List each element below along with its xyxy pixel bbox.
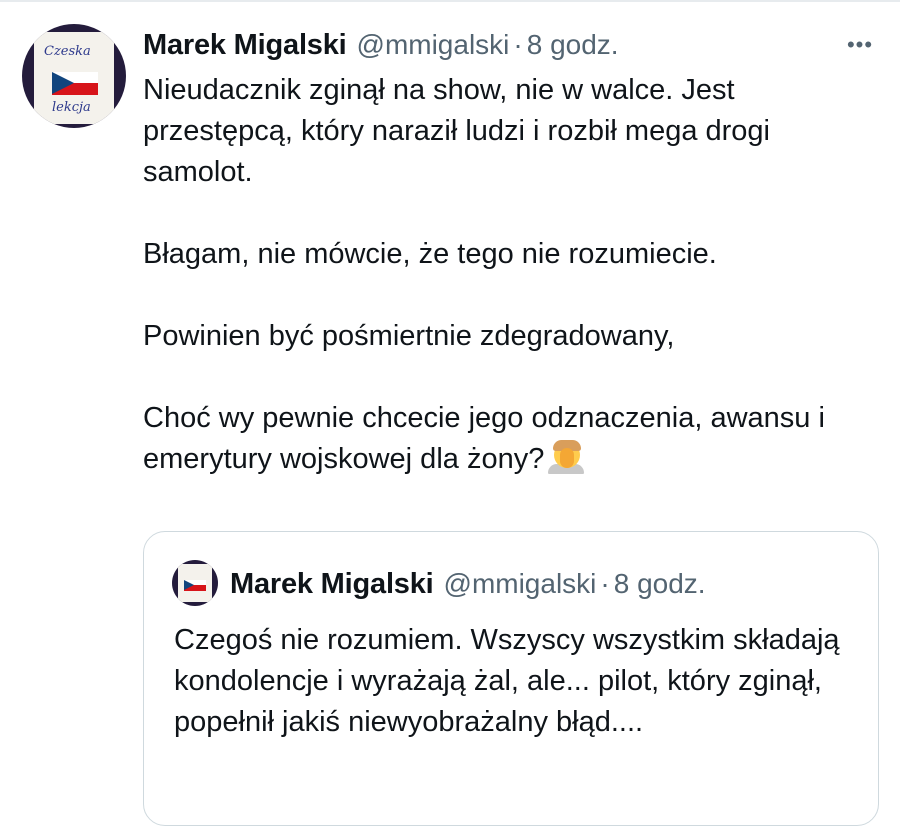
tweet-paragraph-text: Choć wy pewnie chcecie jego odznaczenia,… bbox=[143, 402, 825, 475]
more-dots-icon[interactable]: ••• bbox=[840, 30, 880, 60]
quoted-tweet-timestamp[interactable]: 8 godz. bbox=[614, 568, 706, 600]
author-avatar[interactable]: Czeska lekcja bbox=[22, 24, 126, 128]
more-dots-glyph: ••• bbox=[846, 32, 874, 57]
quoted-author-handle[interactable]: @mmigalski bbox=[444, 568, 597, 600]
quoted-avatar-flag-blue bbox=[184, 580, 194, 590]
quoted-tweet-text: Czegoś nie rozumiem. Wszyscy wszystkim s… bbox=[174, 624, 840, 738]
tweet-header: Marek Migalski @mmigalski · 8 godz. bbox=[143, 26, 619, 64]
quoted-tweet-card[interactable]: Marek Migalski @mmigalski · 8 godz. Czeg… bbox=[143, 531, 879, 826]
header-separator: · bbox=[513, 29, 523, 60]
author-name[interactable]: Marek Migalski bbox=[143, 29, 347, 62]
tweet-paragraph: Błagam, nie mówcie, że tego nie rozumiec… bbox=[143, 238, 717, 270]
tweet[interactable]: Czeska lekcja Marek Migalski @mmigalski … bbox=[0, 0, 900, 832]
tweet-paragraph: Nieudacznik zginął na show, nie w walce.… bbox=[143, 74, 770, 188]
quoted-author-avatar[interactable] bbox=[172, 560, 218, 606]
face-palm-emoji-icon bbox=[548, 440, 585, 474]
avatar-caption-top: Czeska bbox=[44, 44, 91, 59]
tweet-paragraph-last: Choć wy pewnie chcecie jego odznaczenia,… bbox=[143, 398, 883, 480]
quoted-header-separator: · bbox=[600, 568, 610, 599]
tweet-paragraph: Powinien być pośmiertnie zdegradowany, bbox=[143, 320, 675, 352]
tweet-text: Nieudacznik zginął na show, nie w walce.… bbox=[143, 70, 883, 480]
avatar-flag-blue bbox=[52, 72, 74, 94]
quoted-tweet-header: Marek Migalski @mmigalski · 8 godz. bbox=[230, 565, 706, 603]
quoted-author-name[interactable]: Marek Migalski bbox=[230, 568, 434, 601]
avatar-caption-bottom: lekcja bbox=[52, 100, 91, 115]
author-handle[interactable]: @mmigalski bbox=[357, 29, 510, 61]
tweet-timestamp[interactable]: 8 godz. bbox=[527, 29, 619, 61]
